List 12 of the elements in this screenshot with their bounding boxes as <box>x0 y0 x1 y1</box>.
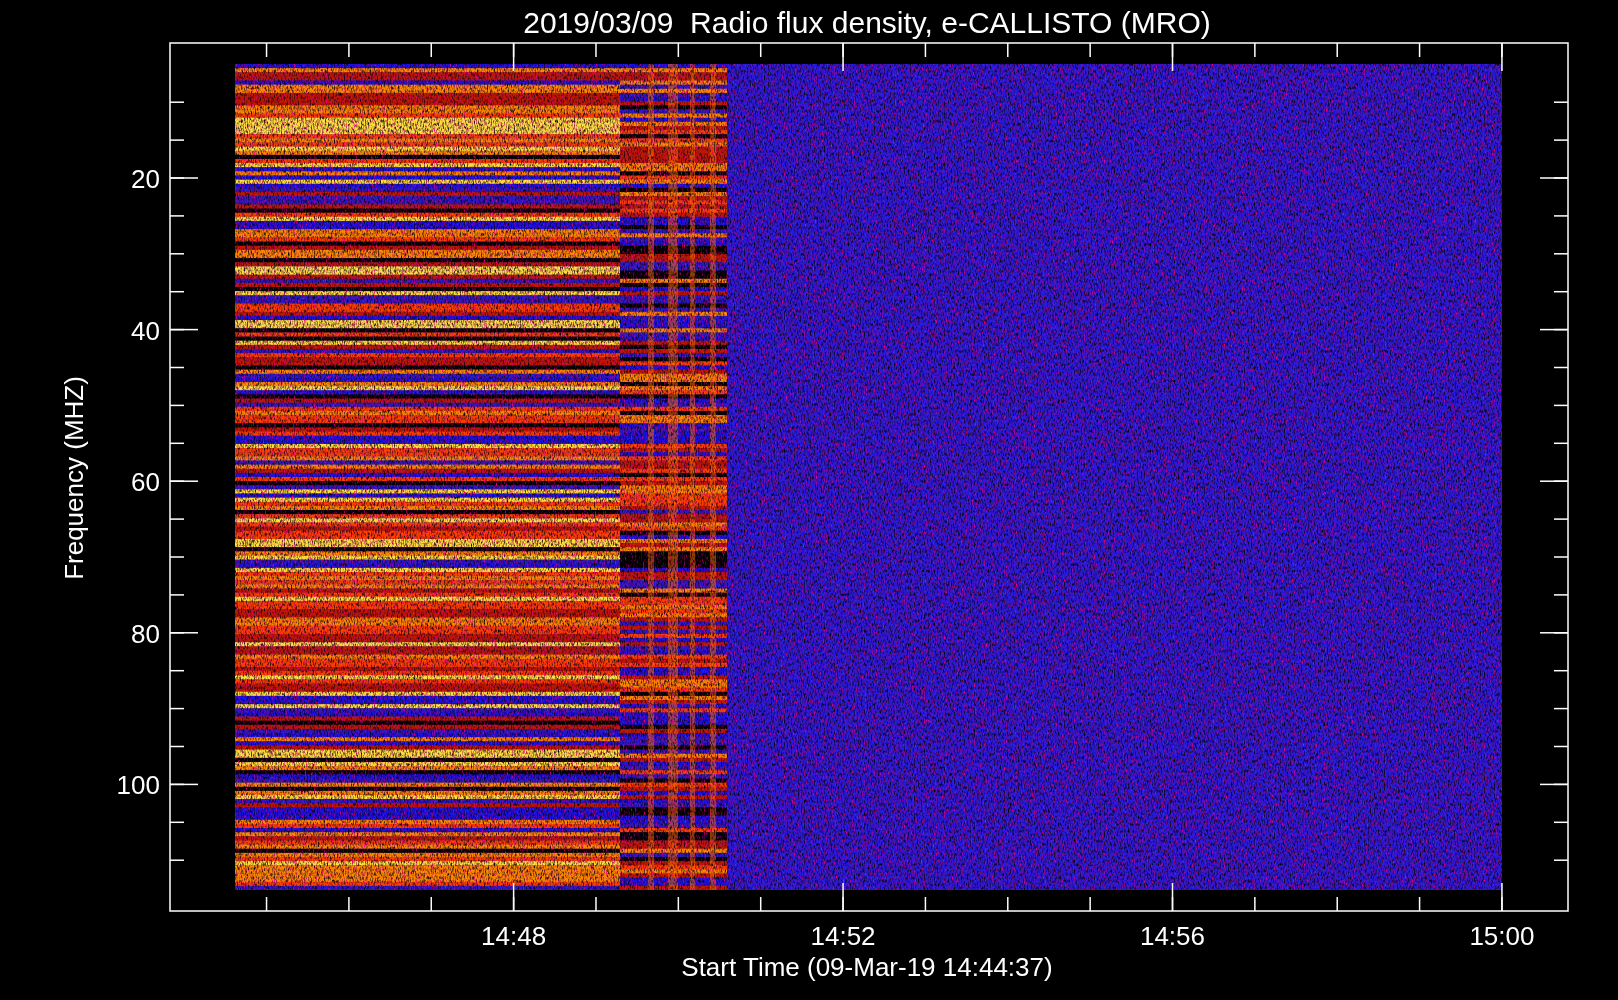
tick-label: 15:00 <box>1469 921 1535 951</box>
axis-label: Frequency (MHZ) <box>59 376 89 580</box>
tick-label: 20 <box>131 164 160 194</box>
chart-title: 2019/03/09 Radio flux density, e-CALLISTO (MRO) <box>523 6 1211 39</box>
tick-label: 14:48 <box>481 921 547 951</box>
tick-label: 80 <box>131 618 160 649</box>
axis-label: Start Time (09-Mar-19 14:44:37) <box>681 952 1053 982</box>
tick-label: 14:52 <box>810 921 876 951</box>
tick-label: 60 <box>131 467 160 498</box>
tick-label: 40 <box>131 315 160 346</box>
tick-label: 14:56 <box>1139 921 1206 951</box>
tick-label: 100 <box>116 770 160 801</box>
